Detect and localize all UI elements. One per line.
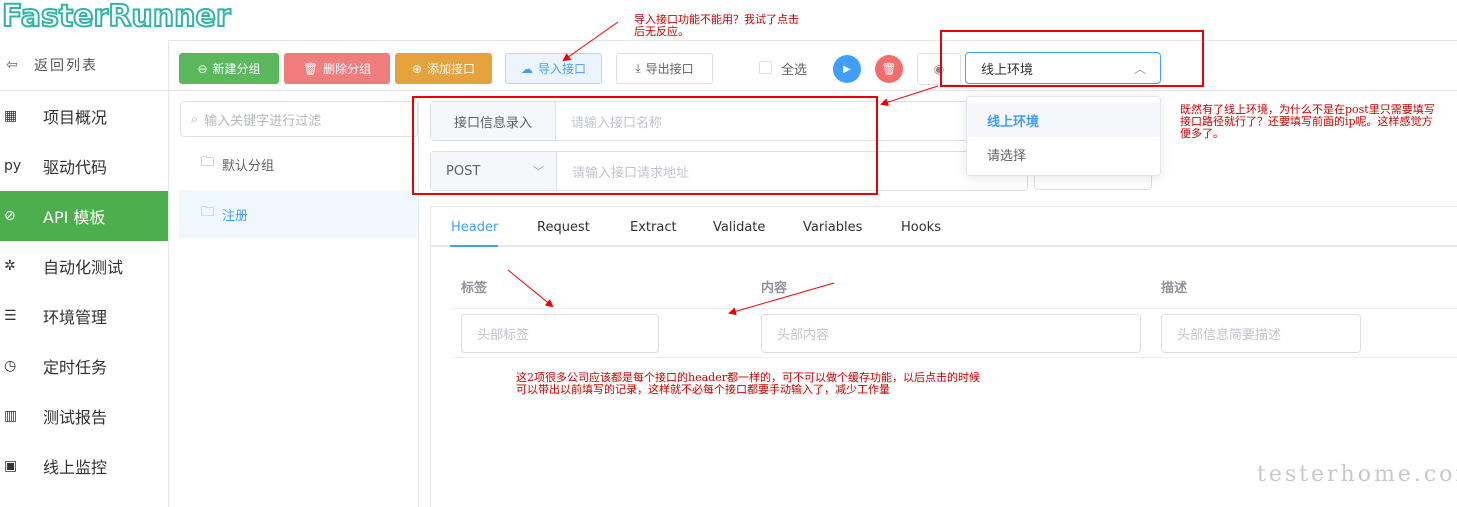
sidebar-item-label: 线上监控 [43, 458, 108, 477]
filter-placeholder: 输入关键字进行过滤 [204, 113, 322, 129]
app-root: FasterRunner ⇦ 返回列表 ▦ 项目概况 py 驱动代码 ⊘ API 模板 ✲ 自… [0, 0, 1457, 507]
new-group-label: 新建分组 [212, 62, 261, 76]
add-api-label: 添加接口 [427, 62, 476, 76]
delete-group-label: 删除分组 [323, 62, 372, 76]
select-all-checkbox[interactable] [759, 61, 772, 74]
sidebar-item-4[interactable]: ☰ 环境管理 [0, 291, 168, 341]
add-api-button[interactable]: ⊕ 添加接口 [395, 53, 492, 84]
sidebar-item-label: 环境管理 [43, 308, 108, 327]
sidebar-item-label: 定时任务 [43, 358, 108, 377]
tab-validate[interactable]: Validate [713, 207, 765, 247]
tree-node-label: 注册 [222, 208, 249, 224]
tree-node-label: 默认分组 [222, 158, 275, 174]
sidebar-item-1[interactable]: py 驱动代码 [0, 141, 168, 191]
monitor-icon: ▣ [4, 458, 18, 474]
back-to-list-button[interactable]: ⇦ 返回列表 [0, 40, 168, 91]
tab-request[interactable]: Request [537, 207, 590, 247]
import-api-button[interactable]: ☁ 导入接口 [505, 53, 602, 84]
sidebar-item-5[interactable]: ◷ 定时任务 [0, 341, 168, 391]
header-value-input[interactable]: 头部内容 [761, 314, 1141, 353]
sidebar-item-label: 驱动代码 [43, 158, 108, 177]
sidebar-item-label: 测试报告 [43, 408, 108, 427]
sidebar: ⇦ 返回列表 ▦ 项目概况 py 驱动代码 ⊘ API 模板 ✲ 自动化测试 ☰ 环境管理 ◷ 定时任… [0, 40, 169, 507]
column-header-content: 内容 [761, 281, 788, 296]
sidebar-item-label: 项目概况 [43, 108, 108, 127]
tab-header[interactable]: Header [451, 207, 498, 247]
download-icon: ⤓ [635, 61, 641, 75]
env-dropdown: 线上环境 请选择 [966, 96, 1161, 176]
table-header-divider [451, 308, 1457, 309]
sidebar-item-6[interactable]: ▥ 测试报告 [0, 391, 168, 441]
delete-group-button[interactable]: 🗑 删除分组 [284, 53, 390, 84]
tab-bar: Header Request Extract Validate Variable… [431, 207, 1457, 247]
sidebar-item-7[interactable]: ▣ 线上监控 [0, 441, 168, 491]
minus-circle-icon: ⊖ [197, 61, 208, 76]
sidebar-item-2[interactable]: ⊘ API 模板 [0, 191, 168, 241]
tree-filter-input[interactable]: ⌕ 输入关键字进行过滤 [180, 101, 418, 137]
column-header-label: 标签 [461, 281, 488, 296]
table-row-divider [451, 357, 1457, 358]
batch-delete-button[interactable]: 🗑 [875, 55, 903, 83]
play-icon: ▶ [843, 63, 851, 75]
chart-icon: ▥ [4, 408, 18, 424]
env-option-online[interactable]: 线上环境 [967, 103, 1160, 137]
clock-icon: ◷ [4, 358, 17, 374]
annotation-box-env [940, 30, 1204, 87]
new-group-button[interactable]: ⊖ 新建分组 [179, 53, 279, 84]
active-tab-indicator [450, 245, 498, 247]
search-icon: ⌕ [191, 111, 199, 127]
group-tree: ⌕ 输入关键字进行过滤 🗀 默认分组 🗀 注册 [179, 100, 419, 507]
folder-icon: 🗀 [201, 155, 215, 170]
header-desc-input[interactable]: 头部信息简要描述 [1161, 314, 1361, 353]
tab-variables[interactable]: Variables [803, 207, 862, 247]
plus-circle-icon: ⊕ [411, 61, 423, 76]
sidebar-item-0[interactable]: ▦ 项目概况 [0, 91, 168, 141]
tab-extract[interactable]: Extract [630, 207, 677, 247]
sliders-icon: ☰ [4, 308, 17, 324]
export-api-button[interactable]: ⤓ 导出接口 [616, 53, 713, 84]
export-api-label: 导出接口 [645, 62, 694, 76]
sidebar-item-label: API 模板 [43, 208, 106, 227]
back-arrow-icon: ⇦ [6, 57, 20, 73]
header-key-input[interactable]: 头部标签 [461, 314, 659, 353]
annotation-import-note: 导入接口功能不能用？我试了点击 后无反应。 [634, 13, 799, 38]
select-all-label: 全选 [781, 63, 808, 78]
app-logo: FasterRunner [1, 0, 232, 35]
toolbar: ⊖ 新建分组 🗑 删除分组 ⊕ 添加接口 ☁ 导入接口 ⤓ 导出接口 全选 ▶ … [169, 40, 1457, 91]
annotation-box-form [412, 96, 878, 195]
grid-icon: ▦ [4, 108, 18, 124]
annotation-env-note: 既然有了线上环境，为什么不是在post里只需要填写 接口路径就行了？还要填写前面… [1180, 103, 1435, 140]
bug-icon: ✲ [4, 258, 16, 274]
trash-icon: 🗑 [881, 62, 897, 76]
tree-node-default[interactable]: 🗀 默认分组 [179, 140, 417, 188]
trash-icon: 🗑 [302, 61, 319, 76]
back-label: 返回列表 [34, 58, 98, 74]
python-icon: py [4, 158, 22, 174]
import-api-label: 导入接口 [537, 62, 586, 76]
sidebar-item-3[interactable]: ✲ 自动化测试 [0, 241, 168, 291]
tree-node-register[interactable]: 🗀 注册 [179, 190, 417, 238]
watermark: testerhome.com [1257, 462, 1457, 487]
cloud-upload-icon: ☁ [520, 61, 533, 76]
tab-hooks[interactable]: Hooks [901, 207, 941, 247]
folder-icon: 🗀 [201, 205, 215, 220]
sidebar-item-label: 自动化测试 [43, 258, 124, 277]
column-header-desc: 描述 [1161, 281, 1188, 296]
link-icon: ⊘ [4, 208, 16, 224]
annotation-header-note: 这2项很多公司应该都是每个接口的header都一样的，可不可以做个缓存功能，以后… [516, 371, 980, 396]
env-option-placeholder[interactable]: 请选择 [967, 137, 1160, 171]
run-button[interactable]: ▶ [833, 55, 861, 83]
